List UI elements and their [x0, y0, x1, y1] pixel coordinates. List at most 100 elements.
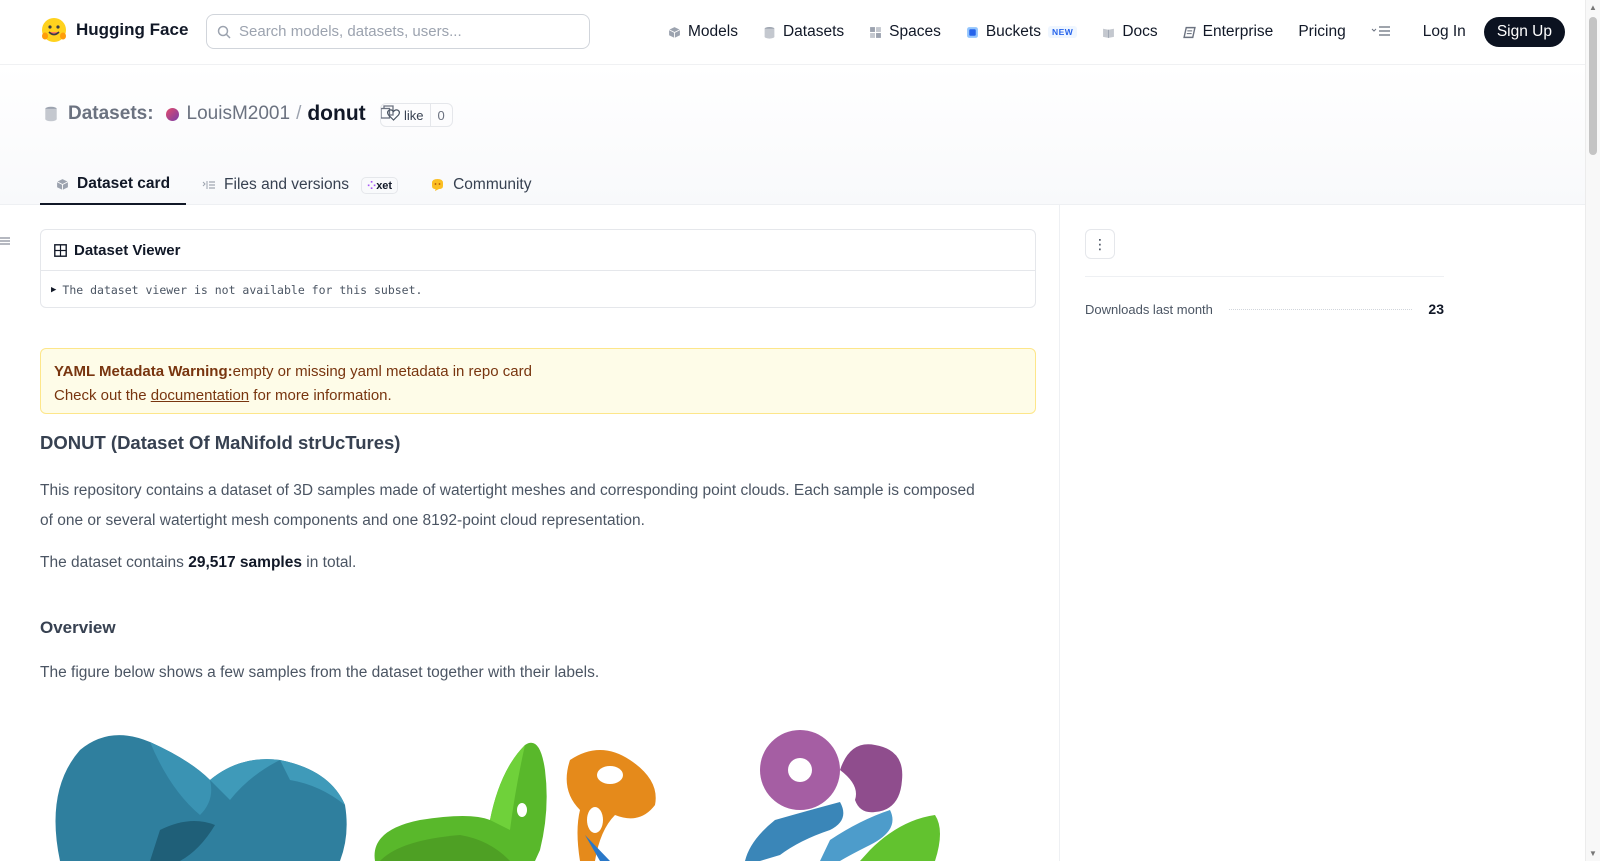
nav-datasets-label: Datasets	[782, 23, 845, 40]
top-navbar: Hugging Face Models Datasets Spaces Buck…	[0, 0, 1585, 65]
like-widget: like 0	[380, 103, 453, 127]
xet-icon: ⁘	[366, 179, 377, 192]
dataset-viewer: Dataset Viewer ▶ The dataset viewer is n…	[40, 229, 1036, 308]
owner-avatar	[165, 107, 179, 121]
nav-docs-label: Docs	[1122, 23, 1158, 40]
bucket-icon	[966, 26, 978, 38]
triangle-right-icon: ▶	[51, 284, 57, 295]
warning-line-2: Check out the documentation for more inf…	[54, 384, 1022, 408]
cube-icon	[668, 26, 681, 38]
overview-heading: Overview	[40, 618, 116, 637]
files-icon	[202, 181, 216, 189]
options-menu-button[interactable]: ⋮	[1085, 229, 1115, 259]
tab-files-and-versions[interactable]: Files and versions ⁘xet	[186, 165, 414, 205]
tab-files-label: Files and versions	[224, 176, 349, 193]
scroll-up-arrow-icon[interactable]: ▲	[1589, 3, 1597, 12]
scroll-down-arrow-icon[interactable]: ▼	[1589, 849, 1597, 858]
new-badge: NEW	[1047, 26, 1078, 38]
nav-buckets[interactable]: Buckets NEW	[966, 23, 1078, 41]
count-value: 29,517 samples	[188, 554, 302, 571]
overview-text: The figure below shows a few samples fro…	[40, 664, 600, 681]
hugging-face-logo-icon	[42, 18, 66, 42]
cube-icon	[56, 178, 69, 190]
yaml-metadata-warning: YAML Metadata Warning:empty or missing y…	[40, 348, 1036, 414]
warning-line2-prefix: Check out the	[54, 387, 151, 404]
samples-figure	[55, 730, 940, 861]
page-scrollbar[interactable]: ▲ ▼	[1585, 0, 1600, 861]
downloads-stat: Downloads last month 23	[1085, 301, 1444, 317]
right-sidebar: ⋮ Downloads last month 23	[1085, 229, 1444, 317]
nav-buckets-label: Buckets	[985, 23, 1041, 40]
scrollbar-thumb[interactable]	[1589, 17, 1597, 155]
book-icon	[1103, 28, 1115, 38]
count-prefix: The dataset contains	[40, 554, 189, 571]
search-icon	[217, 25, 231, 39]
repo-type-label: Datasets:	[68, 103, 154, 124]
repo-separator: /	[296, 103, 302, 124]
xet-badge: ⁘xet	[360, 176, 399, 194]
nav-datasets[interactable]: Datasets	[763, 23, 844, 41]
brand-name: Hugging Face	[76, 20, 189, 39]
sidebar-toggle[interactable]	[0, 233, 10, 249]
community-icon	[432, 179, 444, 191]
nav-docs[interactable]: Docs	[1102, 23, 1158, 41]
dataset-viewer-header: Dataset Viewer	[41, 230, 1035, 271]
card-intro: This repository contains a dataset of 3D…	[40, 482, 975, 529]
grid-icon	[870, 26, 882, 38]
tab-community[interactable]: Community	[414, 165, 547, 205]
like-count: 0	[437, 107, 445, 123]
more-menu-button[interactable]	[1371, 24, 1391, 40]
nav-enterprise-label: Enterprise	[1202, 23, 1274, 40]
signup-button[interactable]: Sign Up	[1483, 17, 1565, 47]
toc-menu-icon	[0, 237, 10, 245]
nav-models-label: Models	[688, 23, 738, 40]
nav-enterprise[interactable]: Enterprise	[1182, 23, 1274, 41]
database-icon	[45, 106, 57, 122]
content-divider	[1059, 205, 1060, 861]
dataset-viewer-details[interactable]: ▶ The dataset viewer is not available fo…	[41, 271, 1035, 308]
tab-community-label: Community	[453, 176, 532, 193]
dotted-leader	[1228, 308, 1413, 310]
sidebar-separator	[1085, 276, 1444, 277]
nav-pricing-label: Pricing	[1298, 23, 1346, 40]
repo-name[interactable]: donut	[307, 102, 365, 126]
card-sample-count: The dataset contains 29,517 samples in t…	[40, 548, 980, 578]
downloads-label: Downloads last month	[1085, 301, 1213, 317]
card-title: DONUT (Dataset Of MaNifold strUcTures)	[40, 432, 401, 453]
tab-dataset-card[interactable]: Dataset card	[40, 165, 187, 205]
repo-title: Datasets: LouisM2001 / donut	[44, 102, 394, 126]
database-icon	[764, 26, 775, 39]
heart-icon	[387, 109, 400, 121]
sample-blue-manifold	[55, 735, 347, 861]
warning-line-1: YAML Metadata Warning:empty or missing y…	[54, 360, 1022, 384]
downloads-value: 23	[1428, 301, 1444, 317]
nav-models[interactable]: Models	[668, 23, 738, 41]
sample-green-orange	[374, 742, 656, 861]
search-input[interactable]	[239, 23, 569, 40]
documentation-link[interactable]: documentation	[151, 387, 249, 404]
dataset-card-content: Dataset Viewer ▶ The dataset viewer is n…	[40, 229, 1036, 688]
dataset-viewer-title: Dataset Viewer	[74, 241, 181, 259]
repo-owner-link[interactable]: LouisM2001	[187, 103, 291, 125]
repo-tabs: Dataset card Files and versions ⁘xet Com…	[40, 165, 547, 205]
nav-links: Models Datasets Spaces Buckets NEW Docs …	[668, 17, 1565, 47]
enterprise-icon	[1182, 26, 1196, 38]
nav-spaces[interactable]: Spaces	[869, 23, 941, 41]
xet-badge-label: xet	[376, 179, 393, 192]
like-label: like	[404, 107, 424, 123]
warning-title: YAML Metadata Warning:	[54, 363, 233, 380]
like-button[interactable]: like	[381, 104, 431, 126]
tab-dataset-card-label: Dataset card	[77, 175, 171, 192]
count-suffix: in total.	[301, 554, 357, 571]
nav-pricing[interactable]: Pricing	[1298, 23, 1345, 41]
sample-purple-donut	[745, 730, 940, 861]
table-icon	[54, 243, 67, 257]
vertical-dots-icon: ⋮	[1093, 235, 1107, 252]
warning-text: empty or missing yaml metadata in repo c…	[232, 363, 532, 380]
search-box[interactable]	[206, 14, 590, 49]
brand[interactable]: Hugging Face	[40, 16, 188, 44]
nav-spaces-label: Spaces	[889, 23, 941, 40]
menu-more-icon	[1371, 26, 1390, 36]
warning-line2-suffix: for more information.	[249, 387, 392, 404]
login-link[interactable]: Log In	[1423, 23, 1466, 41]
